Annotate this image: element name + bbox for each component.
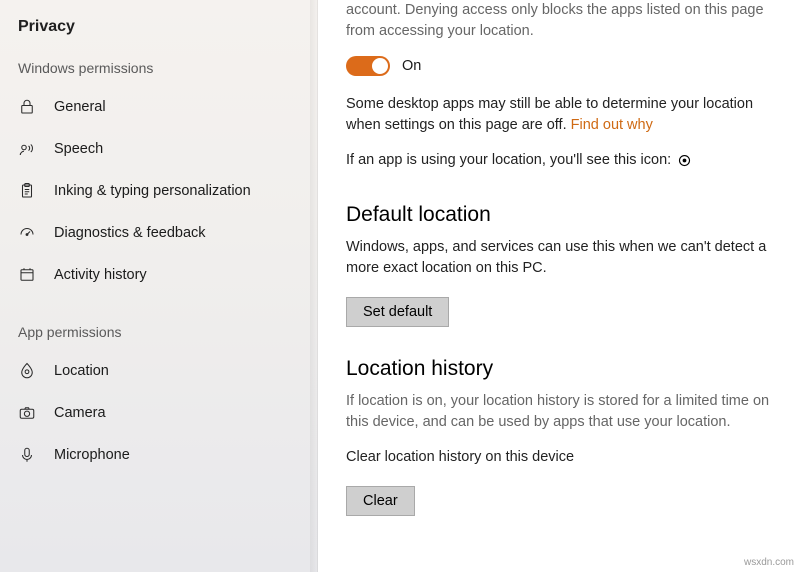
sidebar-item-label: Camera xyxy=(54,405,106,421)
history-icon xyxy=(18,266,36,284)
location-history-title: Location history xyxy=(346,357,772,381)
nav-list-app-permissions: Location Camera Microphone xyxy=(0,350,317,504)
location-history-desc: If location is on, your location history… xyxy=(346,391,772,433)
default-location-desc: Windows, apps, and services can use this… xyxy=(346,237,772,279)
sidebar-item-inking[interactable]: Inking & typing personalization xyxy=(0,170,317,212)
section-app-permissions: App permissions xyxy=(0,324,317,350)
sidebar-item-general[interactable]: General xyxy=(0,86,317,128)
sidebar: Privacy Windows permissions General Spee… xyxy=(0,0,318,572)
microphone-icon xyxy=(18,446,36,464)
find-out-why-link[interactable]: Find out why xyxy=(571,117,653,133)
main-content: account. Denying access only blocks the … xyxy=(318,0,800,572)
using-location-note: If an app is using your location, you'll… xyxy=(346,150,772,173)
desktop-apps-note-text: Some desktop apps may still be able to d… xyxy=(346,96,753,133)
lock-icon xyxy=(18,98,36,116)
location-icon xyxy=(18,362,36,380)
camera-icon xyxy=(18,404,36,422)
toggle-state-label: On xyxy=(402,58,421,74)
using-location-note-text: If an app is using your location, you'll… xyxy=(346,152,671,168)
diagnostics-icon xyxy=(18,224,36,242)
sidebar-item-label: Location xyxy=(54,363,109,379)
sidebar-item-label: Diagnostics & feedback xyxy=(54,225,206,241)
desktop-apps-note: Some desktop apps may still be able to d… xyxy=(346,94,772,136)
speech-icon xyxy=(18,140,36,158)
sidebar-item-location[interactable]: Location xyxy=(0,350,317,392)
intro-text: account. Denying access only blocks the … xyxy=(346,0,772,42)
sidebar-item-activity-history[interactable]: Activity history xyxy=(0,254,317,296)
sidebar-item-label: Activity history xyxy=(54,267,147,283)
sidebar-item-speech[interactable]: Speech xyxy=(0,128,317,170)
sidebar-item-label: General xyxy=(54,99,106,115)
location-access-toggle[interactable] xyxy=(346,56,390,76)
location-in-use-icon xyxy=(677,154,692,170)
clear-history-label: Clear location history on this device xyxy=(346,447,772,468)
location-access-toggle-row: On xyxy=(346,56,772,76)
section-windows-permissions: Windows permissions xyxy=(0,60,317,86)
sidebar-item-label: Speech xyxy=(54,141,103,157)
watermark: wsxdn.com xyxy=(744,557,794,568)
page-title: Privacy xyxy=(0,18,317,60)
clear-button[interactable]: Clear xyxy=(346,486,415,516)
default-location-title: Default location xyxy=(346,203,772,227)
set-default-button[interactable]: Set default xyxy=(346,297,449,327)
nav-list-windows-permissions: General Speech Inking & typing personali… xyxy=(0,86,317,324)
sidebar-item-label: Microphone xyxy=(54,447,130,463)
sidebar-item-diagnostics[interactable]: Diagnostics & feedback xyxy=(0,212,317,254)
sidebar-item-label: Inking & typing personalization xyxy=(54,183,251,199)
sidebar-item-camera[interactable]: Camera xyxy=(0,392,317,434)
sidebar-item-microphone[interactable]: Microphone xyxy=(0,434,317,476)
clipboard-icon xyxy=(18,182,36,200)
